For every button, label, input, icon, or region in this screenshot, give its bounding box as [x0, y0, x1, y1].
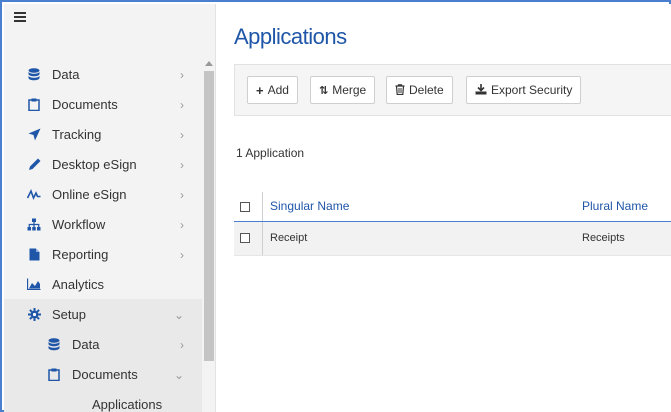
sidebar-item-label: Setup [52, 306, 86, 322]
send-icon [26, 126, 42, 142]
sidebar-item-label: Documents [72, 366, 138, 382]
merge-button[interactable]: ⇅ Merge [310, 76, 376, 104]
area-chart-icon [26, 276, 42, 292]
sidebar-item-reporting[interactable]: Reporting › [4, 239, 202, 269]
file-icon [26, 246, 42, 262]
sidebar-subitem-documents[interactable]: Documents ⌄ [4, 359, 202, 389]
sidebar-scrollbar[interactable] [202, 59, 215, 412]
select-all-checkbox[interactable] [240, 202, 250, 212]
chevron-right-icon: › [180, 128, 184, 142]
sitemap-icon [26, 216, 42, 232]
table-header: Singular Name Plural Name [234, 192, 671, 222]
delete-button[interactable]: Delete [386, 76, 453, 104]
table-row[interactable]: Receipt Receipts [234, 222, 671, 256]
merge-button-label: Merge [332, 83, 367, 97]
hamburger-menu-icon[interactable] [14, 12, 26, 22]
sidebar-item-workflow[interactable]: Workflow › [4, 209, 202, 239]
sidebar: Data › Documents › Tracking › Desktop eS… [4, 4, 216, 412]
sidebar-item-label: Analytics [52, 276, 105, 292]
chevron-right-icon: › [180, 68, 184, 82]
chevron-right-icon: › [180, 248, 184, 262]
sidebar-item-online-esign[interactable]: Online eSign › [4, 179, 202, 209]
app-frame: Data › Documents › Tracking › Desktop eS… [0, 0, 671, 412]
clipboard-icon [26, 96, 42, 112]
database-icon [26, 66, 42, 82]
sidebar-item-label: Reporting [52, 246, 109, 262]
clipboard-icon [46, 366, 62, 382]
download-icon [475, 83, 487, 98]
delete-button-label: Delete [409, 83, 444, 97]
cell-plural-name: Receipts [582, 232, 625, 244]
sidebar-subitem-data[interactable]: Data › [4, 329, 202, 359]
sidebar-nav: Data › Documents › Tracking › Desktop eS… [4, 59, 202, 412]
sidebar-item-data[interactable]: Data › [4, 59, 202, 89]
plus-icon: + [256, 82, 264, 98]
column-header-singular-name[interactable]: Singular Name [270, 199, 349, 213]
sidebar-item-label: Data [52, 66, 80, 82]
sidebar-item-label: Desktop eSign [52, 156, 137, 172]
sidebar-item-label: Data [72, 336, 100, 352]
column-divider [262, 192, 263, 221]
scroll-up-arrow-icon[interactable] [205, 61, 213, 66]
main-content: Applications + Add ⇅ Merge Delete Export… [216, 4, 671, 412]
sidebar-item-setup[interactable]: Setup ⌄ [4, 299, 202, 329]
gear-icon [26, 306, 42, 322]
sidebar-item-desktop-esign[interactable]: Desktop eSign › [4, 149, 202, 179]
chevron-right-icon: › [180, 188, 184, 202]
scrollbar-thumb[interactable] [204, 71, 214, 361]
toolbar: + Add ⇅ Merge Delete Export Security [234, 64, 671, 116]
sidebar-item-label: Tracking [52, 126, 102, 142]
export-security-button[interactable]: Export Security [466, 76, 582, 104]
add-button[interactable]: + Add [247, 76, 298, 104]
row-checkbox[interactable] [240, 233, 250, 243]
trash-icon [395, 83, 405, 98]
chevron-right-icon: › [180, 338, 184, 352]
sidebar-item-tracking[interactable]: Tracking › [4, 119, 202, 149]
export-security-button-label: Export Security [491, 83, 573, 97]
database-icon [46, 336, 62, 352]
sidebar-item-label: Documents [52, 96, 118, 112]
column-header-plural-name[interactable]: Plural Name [582, 199, 648, 213]
column-divider [262, 222, 263, 255]
sidebar-item-analytics[interactable]: Analytics [4, 269, 202, 299]
pen-icon [26, 156, 42, 172]
applications-table: Singular Name Plural Name Receipt Receip… [234, 192, 671, 256]
sidebar-subitem-applications[interactable]: Applications [4, 389, 202, 412]
cell-singular-name: Receipt [270, 232, 308, 244]
signature-icon [26, 186, 42, 202]
add-button-label: Add [267, 83, 289, 97]
merge-icon: ⇅ [319, 84, 329, 97]
sidebar-item-label: Applications [92, 396, 163, 412]
sidebar-item-label: Online eSign [52, 186, 127, 202]
chevron-down-icon: ⌄ [173, 368, 184, 382]
sidebar-item-label: Workflow [52, 216, 106, 232]
sidebar-item-documents[interactable]: Documents › [4, 89, 202, 119]
chevron-right-icon: › [180, 218, 184, 232]
chevron-right-icon: › [180, 158, 184, 172]
chevron-down-icon: ⌄ [173, 308, 184, 322]
record-count: 1 Application [236, 146, 305, 160]
page-title: Applications [234, 24, 347, 49]
chevron-right-icon: › [180, 98, 184, 112]
